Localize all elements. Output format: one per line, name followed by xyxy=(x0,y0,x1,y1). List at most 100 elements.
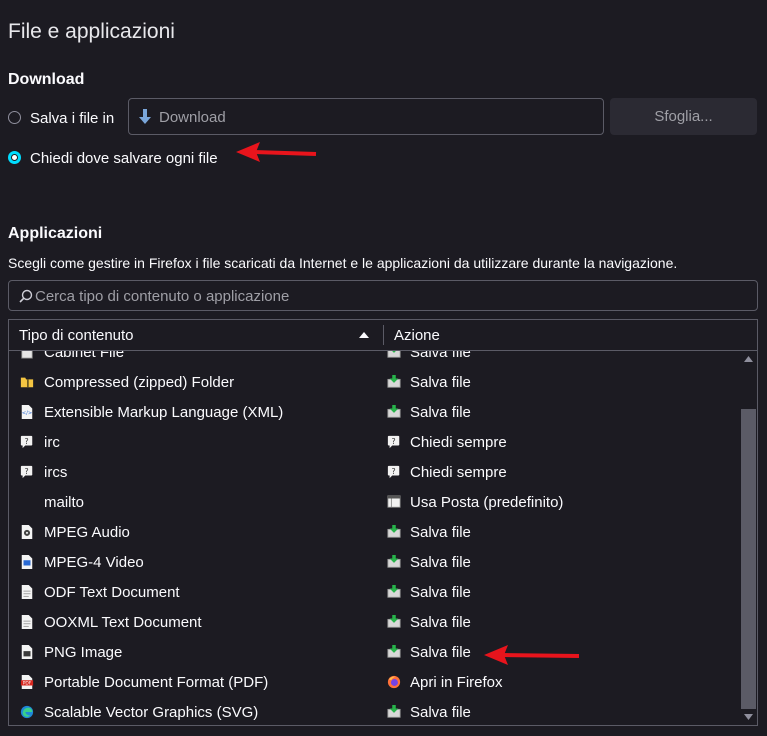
chat-icon: ? xyxy=(20,465,33,479)
svg-text:PDF: PDF xyxy=(23,681,32,687)
save-file-icon xyxy=(387,525,401,538)
action-label[interactable]: Chiedi sempre xyxy=(410,434,507,451)
column-header-type-label: Tipo di contenuto xyxy=(19,327,134,344)
save-to-radio[interactable] xyxy=(8,111,21,124)
save-to-option[interactable]: Salva i file in xyxy=(8,110,118,127)
content-type-label: Cabinet File xyxy=(44,351,125,361)
content-type-label: ODF Text Document xyxy=(44,584,180,601)
document-icon xyxy=(21,585,33,599)
save-file-icon xyxy=(387,555,401,568)
svg-text:?: ? xyxy=(24,437,28,446)
table-row[interactable]: OOXML Text Document Salva file xyxy=(9,607,739,637)
annotation-arrow xyxy=(484,645,580,665)
action-label[interactable]: Salva file xyxy=(410,404,471,421)
table-row[interactable]: ODF Text Document Salva file xyxy=(9,577,739,607)
ask-where-radio[interactable] xyxy=(8,151,21,164)
action-label[interactable]: Salva file xyxy=(410,351,471,361)
action-label[interactable]: Usa Posta (predefinito) xyxy=(410,494,563,511)
download-folder-field[interactable]: Download xyxy=(128,98,604,135)
download-arrow-icon xyxy=(139,109,151,124)
browse-button[interactable]: Sfoglia... xyxy=(610,98,757,135)
save-file-icon xyxy=(387,705,401,718)
content-type-label: Extensible Markup Language (XML) xyxy=(44,404,284,421)
video-file-icon xyxy=(21,555,33,569)
ask-where-option[interactable]: Chiedi dove salvare ogni file xyxy=(8,150,238,167)
save-file-icon xyxy=(387,351,401,358)
zip-folder-icon xyxy=(20,377,34,388)
pdf-icon: PDF xyxy=(20,675,34,689)
svg-text:</>: </> xyxy=(22,411,33,417)
annotation-arrow xyxy=(236,142,317,162)
action-label[interactable]: Salva file xyxy=(410,644,471,661)
svg-text:?: ? xyxy=(391,437,395,446)
xml-file-icon: </> xyxy=(22,405,33,419)
table-row[interactable]: ? ircs? Chiedi sempre xyxy=(9,457,739,487)
save-file-icon xyxy=(387,405,401,418)
search-icon xyxy=(19,289,33,303)
svg-text:?: ? xyxy=(391,467,395,476)
content-type-label: Portable Document Format (PDF) xyxy=(44,674,269,691)
action-label[interactable]: Salva file xyxy=(410,584,471,601)
search-input[interactable]: Cerca tipo di contenuto o applicazione xyxy=(8,280,758,311)
scroll-up-icon[interactable] xyxy=(744,356,753,362)
action-label[interactable]: Salva file xyxy=(410,614,471,631)
action-label[interactable]: Chiedi sempre xyxy=(410,464,507,481)
content-type-label: PNG Image xyxy=(44,644,123,661)
content-type-label: irc xyxy=(44,434,60,451)
save-file-icon xyxy=(387,375,401,388)
content-type-label: mailto xyxy=(44,494,85,511)
content-type-label: Scalable Vector Graphics (SVG) xyxy=(44,704,259,721)
ask-where-label: Chiedi dove salvare ogni file xyxy=(30,150,218,167)
content-type-label: OOXML Text Document xyxy=(44,614,202,631)
save-to-label: Salva i file in xyxy=(30,110,115,127)
scrollbar-thumb[interactable] xyxy=(741,409,756,709)
save-file-icon xyxy=(387,645,401,658)
save-file-icon xyxy=(387,585,401,598)
firefox-icon xyxy=(387,675,401,689)
column-header-type[interactable]: Tipo di contenuto xyxy=(9,320,383,350)
action-label[interactable]: Salva file xyxy=(410,374,471,391)
chat-icon: ? xyxy=(20,435,33,449)
page-title: File e applicazioni xyxy=(8,20,175,43)
column-header-action-label: Azione xyxy=(394,327,440,344)
table-row[interactable]: mailto Usa Posta (predefinito) xyxy=(9,487,739,517)
applications-description: Scegli come gestire in Firefox i file sc… xyxy=(8,255,678,271)
action-label[interactable]: Apri in Firefox xyxy=(410,674,503,691)
applications-heading: Applicazioni xyxy=(8,225,103,242)
table-row[interactable]: ? irc? Chiedi sempre xyxy=(9,427,739,457)
table-body: Cabinet File Salva file Compressed (zipped… xyxy=(9,351,739,725)
download-folder-value: Download xyxy=(159,109,226,126)
table-row[interactable]: PDF Portable Document Format (PDF) Apri in… xyxy=(9,667,739,697)
action-label[interactable]: Salva file xyxy=(410,554,471,571)
table-row[interactable]: </> Extensible Markup Language (XML) Salva… xyxy=(9,397,739,427)
search-placeholder: Cerca tipo di contenuto o applicazione xyxy=(35,288,290,305)
column-header-action[interactable]: Azione xyxy=(385,320,757,350)
content-type-label: ircs xyxy=(44,464,68,481)
download-heading: Download xyxy=(8,71,85,88)
ask-icon: ? xyxy=(387,465,400,479)
cabinet-icon xyxy=(21,351,33,359)
image-file-icon xyxy=(21,645,33,659)
table-row[interactable]: Compressed (zipped) Folder Salva file xyxy=(9,367,739,397)
table-row[interactable]: Scalable Vector Graphics (SVG) Salva file xyxy=(9,697,739,725)
scroll-down-icon[interactable] xyxy=(744,714,753,720)
table-row[interactable]: PNG Image Salva file xyxy=(9,637,739,667)
edge-icon xyxy=(20,705,34,719)
scrollbar[interactable] xyxy=(740,351,757,725)
table-header: Tipo di contenuto Azione xyxy=(9,320,757,351)
audio-file-icon xyxy=(21,525,33,539)
sort-ascending-icon xyxy=(359,332,369,338)
content-type-label: Compressed (zipped) Folder xyxy=(44,374,235,391)
ask-icon: ? xyxy=(387,435,400,449)
action-label[interactable]: Salva file xyxy=(410,704,471,721)
content-type-label: MPEG Audio xyxy=(44,524,130,541)
table-row[interactable]: MPEG-4 Video Salva file xyxy=(9,547,739,577)
content-type-label: MPEG-4 Video xyxy=(44,554,144,571)
content-types-table: Tipo di contenuto Azione Cabinet File Sal… xyxy=(8,319,758,726)
table-row[interactable]: MPEG Audio Salva file xyxy=(9,517,739,547)
save-file-icon xyxy=(387,615,401,628)
table-row[interactable]: Cabinet File Salva file xyxy=(9,351,739,367)
document-icon xyxy=(21,615,33,629)
action-label[interactable]: Salva file xyxy=(410,524,471,541)
mail-app-icon xyxy=(387,495,401,508)
